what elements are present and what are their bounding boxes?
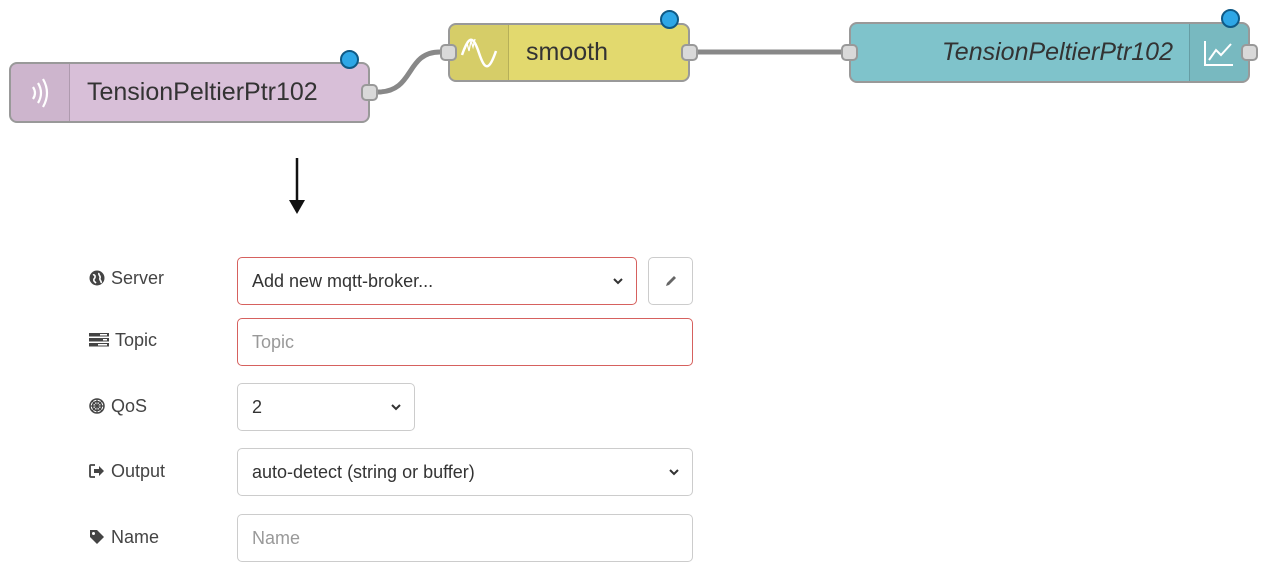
smooth-status-dot (660, 10, 679, 29)
wire-mqtt-to-smooth (377, 49, 441, 95)
tasks-icon (89, 333, 109, 347)
sign-out-icon (89, 464, 104, 478)
mqtt-node-label: TensionPeltierPtr102 (87, 78, 318, 106)
mqtt-in-node[interactable]: TensionPeltierPtr102 (9, 50, 378, 123)
bridge-icon (11, 64, 70, 121)
mqtt-output-port[interactable] (361, 84, 378, 101)
smooth-node[interactable]: smooth (440, 10, 698, 82)
qos-label: QoS (89, 394, 147, 418)
smooth-wave-icon (450, 25, 509, 80)
chevron-down-icon (669, 469, 679, 476)
topic-input[interactable]: Topic (237, 318, 693, 366)
chart-node-label: TensionPeltierPtr102 (941, 38, 1173, 66)
edit-server-button[interactable] (648, 257, 693, 305)
qos-select[interactable]: 2 (237, 383, 415, 431)
server-label: Server (89, 266, 164, 290)
server-select[interactable]: Add new mqtt-broker... (237, 257, 637, 305)
pencil-icon (665, 276, 676, 286)
smooth-input-port[interactable] (440, 44, 457, 61)
smooth-node-label: smooth (526, 38, 608, 66)
chart-node[interactable]: TensionPeltierPtr102 (841, 9, 1258, 83)
smooth-output-port[interactable] (681, 44, 698, 61)
tag-icon (90, 530, 104, 544)
chevron-down-icon (613, 278, 623, 285)
down-arrow-icon (289, 158, 305, 214)
output-label: Output (89, 459, 165, 483)
chevron-down-icon (391, 404, 401, 411)
empire-icon (89, 398, 105, 414)
topic-label: Topic (89, 328, 157, 352)
name-label: Name (89, 525, 159, 549)
globe-icon (89, 270, 105, 286)
name-input[interactable]: Name (237, 514, 693, 562)
chart-input-port[interactable] (841, 44, 858, 61)
mqtt-status-dot (340, 50, 359, 69)
chart-output-port[interactable] (1241, 44, 1258, 61)
chart-status-dot (1221, 9, 1240, 28)
chart-icon (1189, 24, 1248, 81)
output-select[interactable]: auto-detect (string or buffer) (237, 448, 693, 496)
